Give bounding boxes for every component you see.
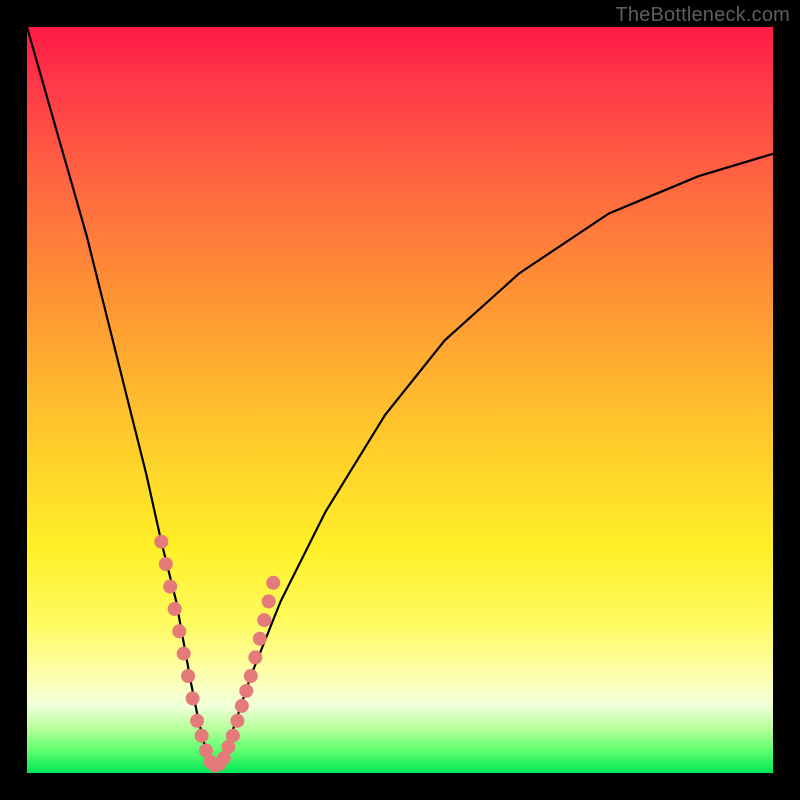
bottleneck-curve	[27, 27, 773, 766]
bead	[186, 691, 200, 705]
bottleneck-curve-path	[27, 27, 773, 766]
bead	[168, 602, 182, 616]
bead	[154, 535, 168, 549]
highlight-beads	[154, 535, 280, 773]
plot-area	[27, 27, 773, 773]
bead	[159, 557, 173, 571]
bead	[177, 647, 191, 661]
watermark-text: TheBottleneck.com	[615, 4, 790, 27]
bead	[253, 632, 267, 646]
bead	[190, 714, 204, 728]
bead	[248, 650, 262, 664]
bead	[262, 594, 276, 608]
bead	[257, 613, 271, 627]
bead	[226, 729, 240, 743]
chart-frame: TheBottleneck.com	[0, 0, 800, 800]
bead	[266, 576, 280, 590]
bead	[235, 699, 249, 713]
curve-svg	[27, 27, 773, 773]
bead	[244, 669, 258, 683]
bead	[181, 669, 195, 683]
bead	[195, 729, 209, 743]
bead	[163, 580, 177, 594]
bead	[230, 714, 244, 728]
bead	[239, 684, 253, 698]
bead	[172, 624, 186, 638]
